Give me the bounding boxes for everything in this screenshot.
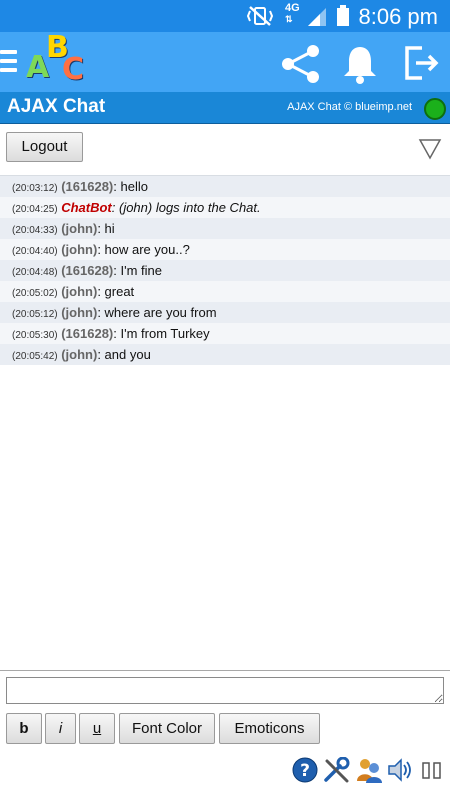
message-row: (20:05:42) (john): and you bbox=[0, 344, 450, 365]
message-user[interactable]: (john) bbox=[61, 221, 97, 236]
message-text: : and you bbox=[97, 347, 151, 362]
signal-icon bbox=[308, 8, 326, 26]
message-text: : how are you..? bbox=[97, 242, 190, 257]
input-area: b i u Font Color Emoticons ? bbox=[0, 670, 450, 800]
network-type-label: 4G ⇅ bbox=[285, 2, 300, 25]
dropdown-triangle-icon[interactable] bbox=[418, 138, 442, 160]
message-text: : hi bbox=[97, 221, 115, 236]
menu-icon[interactable] bbox=[0, 50, 17, 72]
message-text: : I'm from Turkey bbox=[113, 326, 210, 341]
message-row: (20:04:40) (john): how are you..? bbox=[0, 239, 450, 260]
message-row: (20:05:30) (161628): I'm from Turkey bbox=[0, 323, 450, 344]
chat-toolbar: Logout bbox=[0, 124, 450, 176]
message-time: (20:04:40) bbox=[12, 246, 58, 257]
message-text: : I'm fine bbox=[113, 263, 162, 278]
message-user[interactable]: (161628) bbox=[61, 326, 113, 341]
copyright-link[interactable]: AJAX Chat © blueimp.net bbox=[287, 101, 412, 113]
message-row: (20:04:25) ChatBot: (john) logs into the… bbox=[0, 197, 450, 218]
message-list: (20:03:12) (161628): hello (20:04:25) Ch… bbox=[0, 176, 450, 365]
svg-text:?: ? bbox=[300, 761, 310, 781]
message-row: (20:04:33) (john): hi bbox=[0, 218, 450, 239]
message-row: (20:05:02) (john): great bbox=[0, 281, 450, 302]
message-user[interactable]: (john) bbox=[61, 284, 97, 299]
bold-button[interactable]: b bbox=[6, 713, 42, 744]
message-user[interactable]: (john) bbox=[61, 305, 97, 320]
message-text: : hello bbox=[113, 179, 148, 194]
help-icon[interactable]: ? bbox=[292, 757, 318, 783]
emoticons-button[interactable]: Emoticons bbox=[219, 713, 320, 744]
chat-title: AJAX Chat bbox=[7, 96, 106, 117]
abc-logo: A B C bbox=[26, 30, 85, 87]
message-user[interactable]: (john) bbox=[61, 347, 97, 362]
message-text: : where are you from bbox=[97, 305, 217, 320]
app-bar: A B C bbox=[0, 30, 450, 92]
sound-icon[interactable] bbox=[386, 757, 414, 783]
message-time: (20:04:48) bbox=[12, 267, 58, 278]
message-row: (20:03:12) (161628): hello bbox=[0, 176, 450, 197]
message-time: (20:05:12) bbox=[12, 309, 58, 320]
message-user[interactable]: ChatBot bbox=[61, 200, 112, 215]
pause-icon[interactable] bbox=[420, 757, 444, 783]
online-users-icon[interactable] bbox=[355, 757, 383, 783]
message-time: (20:04:25) bbox=[12, 204, 58, 215]
message-input[interactable] bbox=[6, 677, 444, 704]
message-user[interactable]: (161628) bbox=[61, 179, 113, 194]
message-time: (20:05:02) bbox=[12, 288, 58, 299]
message-row: (20:05:12) (john): where are you from bbox=[0, 302, 450, 323]
message-time: (20:04:33) bbox=[12, 225, 58, 236]
exit-icon[interactable] bbox=[402, 44, 440, 82]
message-time: (20:05:42) bbox=[12, 351, 58, 362]
chat-header: AJAX Chat AJAX Chat © blueimp.net bbox=[0, 92, 450, 124]
clock: 8:06 pm bbox=[358, 4, 439, 29]
message-time: (20:05:30) bbox=[12, 330, 58, 341]
message-row: (20:04:48) (161628): I'm fine bbox=[0, 260, 450, 281]
settings-tools-icon[interactable] bbox=[323, 757, 351, 783]
message-text: : (john) logs into the Chat. bbox=[111, 200, 261, 215]
bell-icon[interactable] bbox=[342, 44, 378, 84]
message-user[interactable]: (john) bbox=[61, 242, 97, 257]
connection-status-icon bbox=[424, 98, 446, 120]
message-text: : great bbox=[97, 284, 135, 299]
message-time: (20:03:12) bbox=[12, 183, 58, 194]
status-bar: 4G ⇅ 8:06 pm bbox=[0, 0, 450, 32]
font-color-button[interactable]: Font Color bbox=[119, 713, 215, 744]
message-user[interactable]: (161628) bbox=[61, 263, 113, 278]
vibrate-mute-icon bbox=[246, 6, 274, 26]
logout-button[interactable]: Logout bbox=[6, 132, 83, 162]
italic-button[interactable]: i bbox=[45, 713, 76, 744]
share-icon[interactable] bbox=[280, 44, 322, 84]
underline-button[interactable]: u bbox=[79, 713, 115, 744]
battery-icon bbox=[337, 5, 349, 26]
